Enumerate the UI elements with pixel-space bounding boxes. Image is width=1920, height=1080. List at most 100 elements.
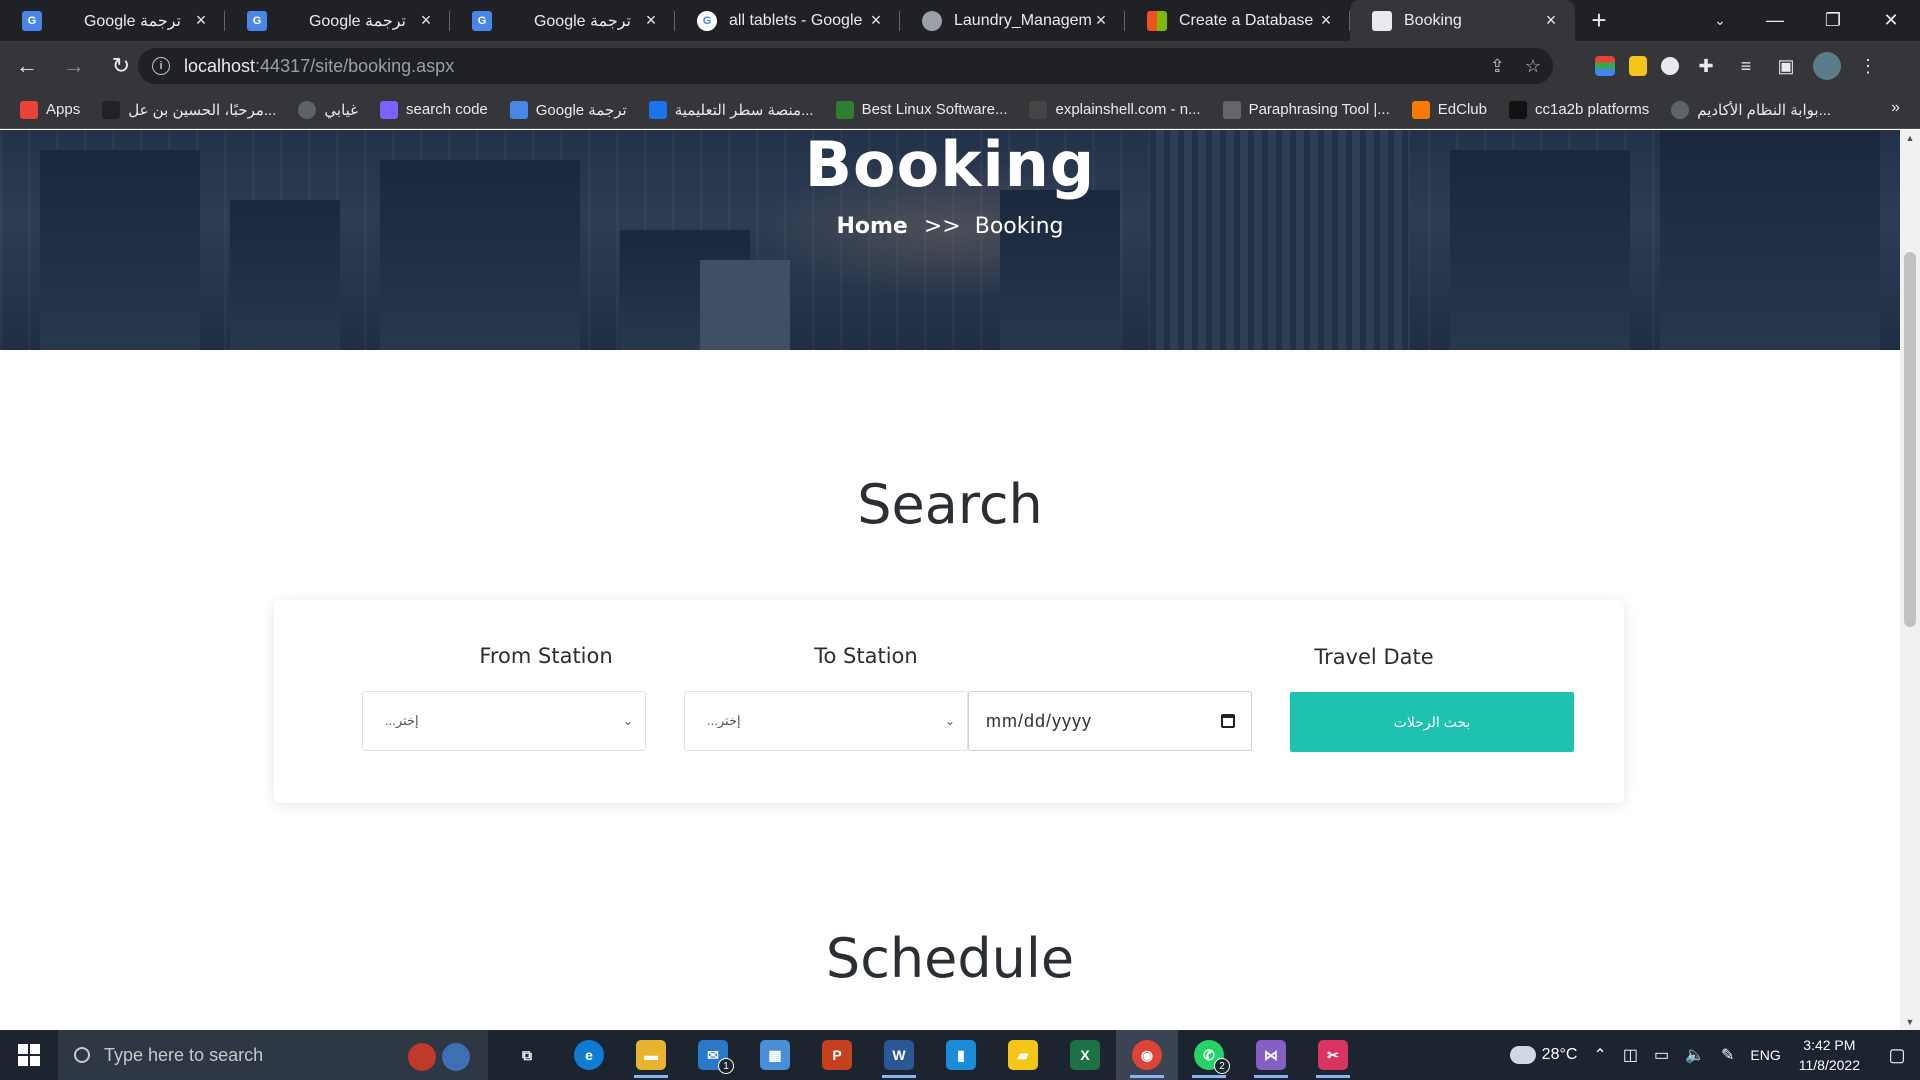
taskbar-app-terminal[interactable]: ▮ xyxy=(930,1030,992,1080)
browser-tab[interactable]: Create a Database - S× xyxy=(1125,0,1350,41)
show-hidden-icons-chevron-icon[interactable]: ⌃ xyxy=(1593,1045,1606,1065)
restore-icon[interactable]: ❐ xyxy=(1804,0,1862,41)
side-panel-icon[interactable]: ▣ xyxy=(1773,53,1799,79)
browser-tab[interactable]: Laundry_Managemen× xyxy=(900,0,1125,41)
taskbar-search-box[interactable]: Type here to search xyxy=(58,1030,488,1080)
back-arrow-icon[interactable]: ← xyxy=(7,46,47,86)
windows-taskbar: Type here to search ⧉ e ▬ ✉ 1 ▦ P W ▮ ▰ X ◉ ✆ 2 ⋈ ✂ 28°… xyxy=(0,1030,1920,1080)
taskbar-app-edge[interactable]: e xyxy=(558,1030,620,1080)
breadcrumb-current: Booking xyxy=(974,214,1064,239)
browser-tab[interactable]: Gall tablets - Google Se× xyxy=(675,0,900,41)
color-extension-icon[interactable] xyxy=(1595,56,1615,76)
taskbar-app-word[interactable]: W xyxy=(868,1030,930,1080)
breadcrumb-home-link[interactable]: Home xyxy=(836,214,907,239)
taskbar-app-sticky-notes[interactable]: ▰ xyxy=(992,1030,1054,1080)
minimize-icon[interactable]: — xyxy=(1746,0,1804,41)
taskbar-app-snipping-tool[interactable]: ✂ xyxy=(1302,1030,1364,1080)
close-tab-icon[interactable]: × xyxy=(191,10,211,31)
bookmark-item[interactable]: EdClub xyxy=(1411,100,1487,119)
bookmark-label: غيابي xyxy=(324,101,359,119)
bookmark-label: EdClub xyxy=(1437,101,1487,118)
linux-icon xyxy=(835,100,854,119)
reload-icon[interactable]: ↻ xyxy=(101,46,141,86)
close-tab-icon[interactable]: × xyxy=(416,10,436,31)
profile-avatar[interactable] xyxy=(1813,52,1841,80)
close-tab-icon[interactable]: × xyxy=(1316,10,1336,31)
travel-date-input[interactable]: mm/dd/yyyy xyxy=(968,691,1252,751)
taskbar-app-whatsapp[interactable]: ✆ 2 xyxy=(1178,1030,1240,1080)
from-station-select[interactable]: ...إختر ⌄ xyxy=(362,691,646,751)
taskbar-app-task-view[interactable]: ⧉ xyxy=(496,1030,558,1080)
bookmark-star-icon[interactable]: ☆ xyxy=(1525,56,1541,77)
bookmark-item[interactable]: Google ترجمة xyxy=(509,100,627,119)
taskbar-app-chrome[interactable]: ◉ xyxy=(1116,1030,1178,1080)
bookmark-item[interactable]: Apps xyxy=(20,100,80,119)
notes-extension-icon[interactable] xyxy=(1629,56,1647,76)
microsoft-icon xyxy=(1147,10,1167,31)
close-tab-icon[interactable]: × xyxy=(641,10,661,31)
more-bookmarks-icon[interactable]: » xyxy=(1891,99,1900,117)
tab-strip: G Google ترجمة × G Google ترجمة × G Google ترجم… xyxy=(0,0,1920,41)
bookmark-item[interactable]: Best Linux Software... xyxy=(835,100,1007,119)
bookmark-item[interactable]: غيابي xyxy=(298,100,359,119)
browser-tab[interactable]: G Google ترجمة × xyxy=(450,0,675,41)
scroll-up-arrow-icon[interactable]: ▲ xyxy=(1900,130,1920,146)
close-tab-icon[interactable]: × xyxy=(1541,10,1561,31)
bookmark-item[interactable]: مرحبًا، الحسين بن عل... xyxy=(102,100,276,119)
google-icon: G xyxy=(697,10,717,31)
input-language[interactable]: ENG xyxy=(1750,1047,1780,1063)
taskbar-app-store[interactable]: ▦ xyxy=(744,1030,806,1080)
terminal-icon: ▮ xyxy=(946,1040,976,1070)
taskbar-apps: ⧉ e ▬ ✉ 1 ▦ P W ▮ ▰ X ◉ ✆ 2 ⋈ ✂ xyxy=(496,1030,1364,1080)
bookmark-item[interactable]: بوابة النظام الأكاديم... xyxy=(1671,100,1831,119)
close-tab-icon[interactable]: × xyxy=(1091,10,1111,31)
clock[interactable]: 3:42 PM 11/8/2022 xyxy=(1799,1035,1860,1075)
weather-temp: 28°C xyxy=(1541,1046,1578,1063)
extensions-puzzle-icon[interactable]: ✚ xyxy=(1693,53,1719,79)
scrollbar-thumb[interactable] xyxy=(1904,252,1916,627)
calendar-icon[interactable] xyxy=(1221,714,1235,728)
scroll-down-arrow-icon[interactable]: ▼ xyxy=(1900,1014,1920,1030)
taskbar-app-mail[interactable]: ✉ 1 xyxy=(682,1030,744,1080)
notification-badge: 1 xyxy=(718,1058,734,1074)
notification-badge: 2 xyxy=(1214,1058,1230,1074)
browser-tab[interactable]: G Google ترجمة × xyxy=(225,0,450,41)
weather-widget[interactable]: 28°C xyxy=(1505,1040,1578,1064)
menu-kebab-icon[interactable]: ⋮ xyxy=(1855,53,1881,79)
close-window-icon[interactable]: ✕ xyxy=(1862,0,1920,41)
taskbar-app-powerpoint[interactable]: P xyxy=(806,1030,868,1080)
task-view-icon: ⧉ xyxy=(512,1040,542,1070)
taskbar-app-visual-studio[interactable]: ⋈ xyxy=(1240,1030,1302,1080)
start-button[interactable] xyxy=(0,1030,58,1080)
forward-arrow-icon[interactable]: → xyxy=(54,46,94,86)
timer-extension-icon[interactable] xyxy=(1661,57,1679,75)
volume-icon[interactable]: 🔈 xyxy=(1685,1045,1705,1065)
search-trips-button[interactable]: بحث الرحلات xyxy=(1290,692,1574,752)
page-scrollbar[interactable]: ▲ ▼ xyxy=(1900,130,1920,1030)
bookmark-item[interactable]: منصة سطر التعليمية... xyxy=(648,100,814,119)
chevron-down-icon: ⌄ xyxy=(622,714,633,728)
browser-tab[interactable]: Booking × xyxy=(1350,0,1575,41)
notifications-icon[interactable]: ▢ xyxy=(1874,1030,1920,1080)
taskbar-app-excel[interactable]: X xyxy=(1054,1030,1116,1080)
bookmark-item[interactable]: cc1a2b platforms xyxy=(1508,100,1649,119)
share-icon[interactable]: ⇪ xyxy=(1490,56,1505,77)
bookmark-item[interactable]: search code xyxy=(380,100,488,119)
bookmark-item[interactable]: Paraphrasing Tool |... xyxy=(1222,100,1390,119)
bookmark-item[interactable]: explainshell.com - n... xyxy=(1029,100,1201,119)
media-control-icon[interactable]: ≡ xyxy=(1733,53,1759,79)
browser-tab[interactable]: G Google ترجمة × xyxy=(0,0,225,41)
tab-search-chevron-icon[interactable]: ⌄ xyxy=(1705,0,1735,41)
windows-logo-icon xyxy=(18,1044,40,1066)
new-tab-button[interactable]: + xyxy=(1579,0,1619,41)
address-bar[interactable]: i localhost:44317/site/booking.aspx ⇪ ☆ xyxy=(138,48,1553,84)
site-info-icon[interactable]: i xyxy=(152,57,170,75)
google-translate-icon xyxy=(509,100,528,119)
battery-icon[interactable]: ▭ xyxy=(1654,1045,1669,1065)
meet-now-icon[interactable]: ◫ xyxy=(1623,1045,1638,1065)
search-highlight-doodle-icon[interactable] xyxy=(408,1040,478,1074)
to-station-select[interactable]: ...إختر ⌄ xyxy=(684,691,968,751)
pen-workspace-icon[interactable]: ✎ xyxy=(1721,1045,1734,1065)
taskbar-app-file-explorer[interactable]: ▬ xyxy=(620,1030,682,1080)
close-tab-icon[interactable]: × xyxy=(866,10,886,31)
